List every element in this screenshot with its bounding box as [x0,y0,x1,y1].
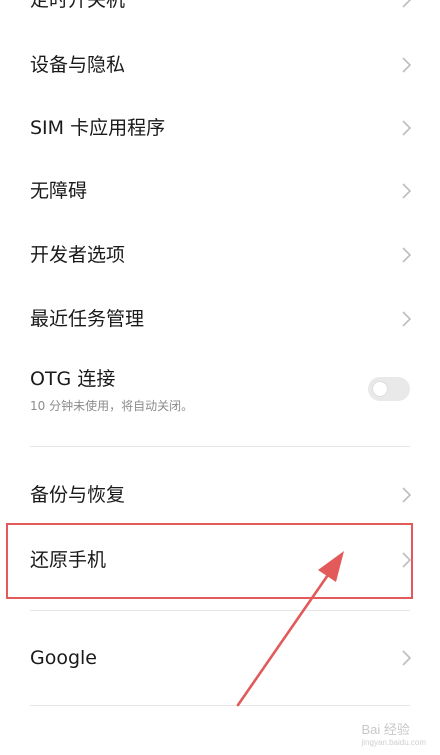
watermark-text: Bai 经验 [361,722,410,737]
watermark: Bai 经验 jingyan.baidu.com [362,719,426,747]
watermark-url: jingyan.baidu.com [361,738,426,747]
annotation-arrow-icon [236,551,344,707]
